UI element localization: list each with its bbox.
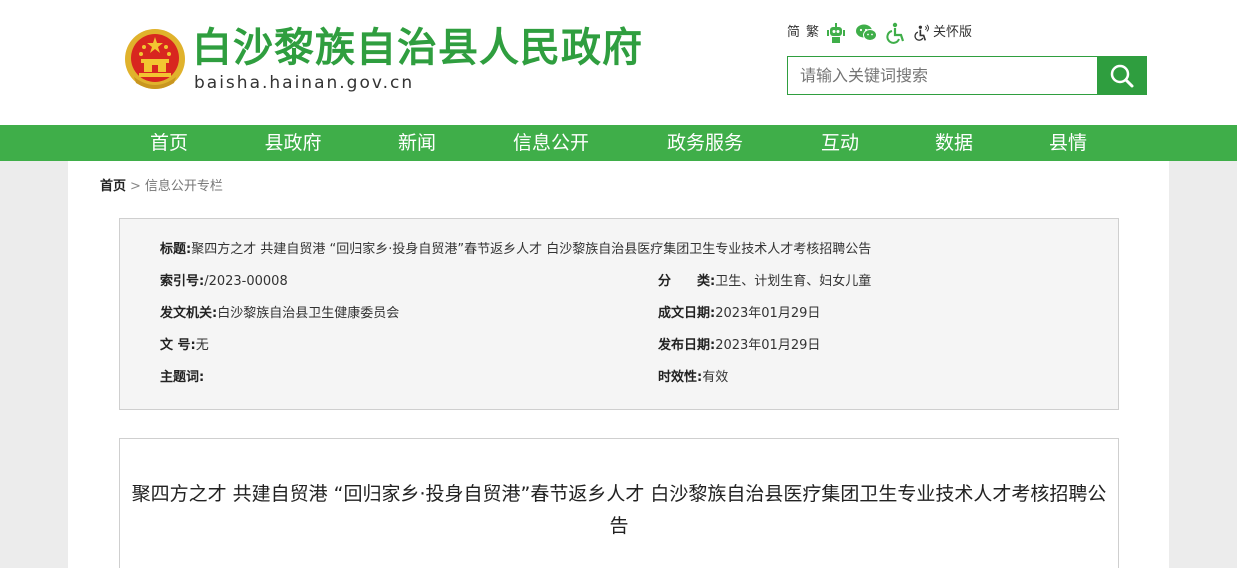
meta-category: 分 类:卫生、计划生育、妇女儿童	[658, 272, 871, 292]
meta-issuer-label: 发文机关:	[160, 306, 218, 321]
meta-validity-label: 时效性:	[658, 370, 703, 385]
site-title: 白沙黎族自治县人民政府	[192, 25, 643, 71]
search-button[interactable]	[1097, 56, 1147, 95]
traditional-chinese-link[interactable]: 繁	[806, 23, 819, 43]
main-nav: 首页 县政府 新闻 信息公开 政务服务 互动 数据 县情	[0, 125, 1237, 161]
elderly-care-icon[interactable]	[913, 22, 931, 44]
wechat-icon[interactable]	[853, 22, 879, 44]
breadcrumb-home-link[interactable]: 首页	[100, 179, 126, 194]
breadcrumb-separator: >	[130, 179, 141, 194]
meta-issuer-value: 白沙黎族自治县卫生健康委员会	[217, 306, 400, 321]
nav-item-info-disclosure[interactable]: 信息公开	[513, 125, 589, 161]
article-panel: 聚四方之才 共建自贸港 “回归家乡·投身自贸港”春节返乡人才 白沙黎族自治县医疗…	[119, 438, 1119, 568]
breadcrumb: 首页 > 信息公开专栏	[100, 177, 223, 197]
simplified-chinese-link[interactable]: 简	[787, 23, 800, 43]
meta-index: 索引号:/2023-00008	[160, 272, 288, 292]
nav-item-county-profile[interactable]: 县情	[1049, 125, 1087, 161]
meta-index-label: 索引号:	[160, 274, 205, 289]
accessibility-icon[interactable]	[885, 22, 907, 44]
meta-docno-label: 文 号:	[160, 338, 196, 353]
meta-created-label: 成文日期:	[658, 306, 716, 321]
meta-created-value: 2023年01月29日	[715, 306, 821, 321]
nav-item-home[interactable]: 首页	[150, 125, 188, 161]
meta-subject-label: 主题词:	[160, 370, 205, 385]
meta-category-label: 分 类:	[658, 274, 716, 289]
meta-validity: 时效性:有效	[658, 368, 728, 388]
article-title: 聚四方之才 共建自贸港 “回归家乡·投身自贸港”春节返乡人才 白沙黎族自治县医疗…	[131, 483, 1107, 537]
meta-published-date: 发布日期:2023年01月29日	[658, 336, 820, 356]
meta-docno-value: 无	[195, 338, 209, 353]
nav-item-interaction[interactable]: 互动	[821, 125, 859, 161]
national-emblem-icon	[125, 29, 185, 89]
meta-category-value: 卫生、计划生育、妇女儿童	[715, 274, 872, 289]
site-header: 白沙黎族自治县人民政府 baisha.hainan.gov.cn 简 繁 关怀版…	[0, 0, 1237, 125]
site-domain: baisha.hainan.gov.cn	[194, 73, 415, 93]
mobile-robot-icon[interactable]	[825, 22, 847, 44]
nav-item-news[interactable]: 新闻	[398, 125, 436, 161]
breadcrumb-current[interactable]: 信息公开专栏	[145, 179, 223, 194]
meta-validity-value: 有效	[702, 370, 729, 385]
document-meta-panel: 标题:聚四方之才 共建自贸港 “回归家乡·投身自贸港”春节返乡人才 白沙黎族自治…	[119, 218, 1119, 410]
header-tools: 简 繁 关怀版	[787, 21, 972, 45]
meta-published-value: 2023年01月29日	[715, 338, 821, 353]
meta-title: 标题:聚四方之才 共建自贸港 “回归家乡·投身自贸港”春节返乡人才 白沙黎族自治…	[160, 240, 871, 260]
meta-issuer: 发文机关:白沙黎族自治县卫生健康委员会	[160, 304, 399, 324]
nav-item-county-government[interactable]: 县政府	[264, 125, 321, 161]
meta-document-number: 文 号:无	[160, 336, 209, 356]
nav-item-gov-services[interactable]: 政务服务	[667, 125, 743, 161]
search-icon	[1110, 64, 1134, 87]
meta-title-label: 标题:	[160, 242, 192, 257]
nav-item-data[interactable]: 数据	[935, 125, 973, 161]
meta-published-label: 发布日期:	[658, 338, 716, 353]
meta-created-date: 成文日期:2023年01月29日	[658, 304, 820, 324]
meta-title-value: 聚四方之才 共建自贸港 “回归家乡·投身自贸港”春节返乡人才 白沙黎族自治县医疗…	[191, 242, 872, 257]
meta-subject: 主题词:	[160, 368, 204, 388]
search-input[interactable]	[787, 56, 1098, 95]
meta-index-value: /2023-00008	[204, 274, 288, 289]
elderly-version-link[interactable]: 关怀版	[933, 23, 972, 43]
